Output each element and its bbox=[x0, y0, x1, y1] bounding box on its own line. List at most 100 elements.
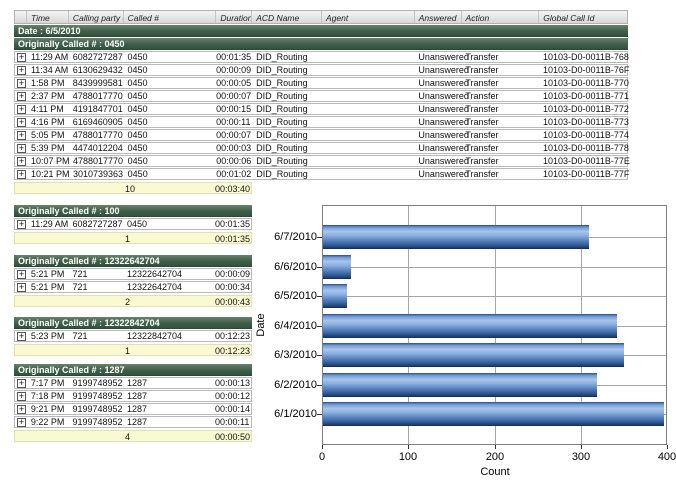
expander-cell: + bbox=[15, 283, 27, 292]
expand-row-button[interactable]: + bbox=[17, 379, 26, 388]
x-tick-mark bbox=[581, 445, 582, 449]
cell-duration: 00:00:07 bbox=[216, 130, 252, 140]
column-header-global-call-id[interactable]: Global Call Id bbox=[539, 11, 627, 23]
cell-answered: Unanswered bbox=[414, 78, 461, 88]
cell-time: 5:21 PM bbox=[27, 282, 69, 292]
expand-row-button[interactable]: + bbox=[17, 144, 26, 153]
expander-cell: + bbox=[15, 79, 27, 88]
x-tick-mark bbox=[495, 445, 496, 449]
cell-global-call-id: 10103-D0-0011B-77F bbox=[539, 169, 627, 179]
cell-time: 4:11 PM bbox=[27, 104, 69, 114]
cell-acd-name: DID_Routing bbox=[252, 91, 322, 101]
cell-called: 0450 bbox=[124, 78, 217, 88]
cell-called: 0450 bbox=[124, 117, 217, 127]
cell-time: 5:05 PM bbox=[27, 130, 69, 140]
cell-acd-name: DID_Routing bbox=[252, 117, 322, 127]
cell-calling-party: 9199748952 bbox=[68, 404, 122, 414]
expand-row-button[interactable]: + bbox=[17, 392, 26, 401]
table-row: +11:34 AM6130629432045000:00:09DID_Routi… bbox=[14, 64, 628, 76]
cell-duration: 00:01:35 bbox=[215, 219, 251, 229]
x-tick-mark bbox=[408, 445, 409, 449]
expand-row-button[interactable]: + bbox=[17, 131, 26, 140]
cell-acd-name: DID_Routing bbox=[252, 104, 322, 114]
expand-row-button[interactable]: + bbox=[17, 66, 26, 75]
chart-bar bbox=[323, 402, 664, 426]
cell-action: Transfer bbox=[461, 78, 539, 88]
cell-action: Transfer bbox=[461, 91, 539, 101]
report-group-table: Originally Called # : 12322842704+5:23 P… bbox=[14, 317, 252, 356]
column-header-action[interactable]: Action bbox=[462, 11, 540, 23]
expander-cell: + bbox=[15, 157, 27, 166]
cell-time: 11:29 AM bbox=[27, 219, 69, 229]
cell-called: 12322842704 bbox=[123, 331, 215, 341]
x-tick-mark bbox=[667, 445, 668, 449]
expand-row-button[interactable]: + bbox=[17, 332, 26, 341]
cell-calling-party: 9199748952 bbox=[68, 417, 122, 427]
column-header-answered[interactable]: Answered bbox=[415, 11, 462, 23]
cell-global-call-id: 10103-D0-0011B-77E bbox=[539, 156, 627, 166]
x-tick-mark bbox=[322, 445, 323, 449]
cell-calling-party: 6130629432 bbox=[69, 65, 124, 75]
column-header-agent[interactable]: Agent bbox=[322, 11, 415, 23]
called-group-band: Originally Called # : 0450 bbox=[14, 38, 628, 50]
cell-time: 7:17 PM bbox=[27, 378, 69, 388]
table-row: +5:39 PM4474012204045000:00:03DID_Routin… bbox=[14, 142, 628, 154]
expand-row-button[interactable]: + bbox=[17, 118, 26, 127]
cell-calling-party: 4474012204 bbox=[69, 143, 124, 153]
expand-row-button[interactable]: + bbox=[17, 92, 26, 101]
cell-answered: Unanswered bbox=[414, 143, 461, 153]
expand-row-button[interactable]: + bbox=[17, 418, 26, 427]
expander-cell: + bbox=[15, 392, 27, 401]
cell-duration: 00:00:07 bbox=[216, 91, 252, 101]
cell-action: Transfer bbox=[461, 143, 539, 153]
x-tick-label: 300 bbox=[561, 451, 601, 463]
chart-bar bbox=[323, 314, 617, 338]
table-row: +5:23 PM7211232284270400:12:23 bbox=[14, 330, 252, 342]
cell-calling-party: 8439999581 bbox=[69, 78, 124, 88]
cell-acd-name: DID_Routing bbox=[252, 78, 322, 88]
cell-answered: Unanswered bbox=[414, 104, 461, 114]
cell-calling-party: 9199748952 bbox=[68, 391, 122, 401]
cell-called: 0450 bbox=[124, 65, 217, 75]
cell-duration: 00:01:02 bbox=[216, 169, 252, 179]
cell-duration: 00:00:15 bbox=[216, 104, 252, 114]
cell-duration: 00:00:11 bbox=[216, 117, 252, 127]
column-header-called[interactable]: Called # bbox=[124, 11, 217, 23]
expand-row-button[interactable]: + bbox=[17, 405, 26, 414]
cell-answered: Unanswered bbox=[414, 52, 461, 62]
called-group-band: Originally Called # : 12322642704 bbox=[14, 255, 252, 267]
expand-row-button[interactable]: + bbox=[17, 220, 26, 229]
cell-time: 9:21 PM bbox=[27, 404, 69, 414]
chart-bar bbox=[323, 225, 589, 249]
cell-duration: 00:00:03 bbox=[216, 143, 252, 153]
column-header-calling-party[interactable]: Calling party # bbox=[69, 11, 124, 23]
date-group-band: Date : 6/5/2010 bbox=[14, 25, 628, 37]
expander-cell: + bbox=[15, 170, 27, 179]
expand-row-button[interactable]: + bbox=[17, 283, 26, 292]
cell-global-call-id: 10103-D0-0011B-76F bbox=[539, 65, 627, 75]
expander-cell: + bbox=[15, 118, 27, 127]
header-corner-cell bbox=[15, 11, 27, 23]
cell-called: 1287 bbox=[123, 391, 215, 401]
column-header-duration[interactable]: Duration bbox=[216, 11, 252, 23]
summary-count: 1 bbox=[125, 234, 130, 244]
cell-action: Transfer bbox=[461, 52, 539, 62]
expand-row-button[interactable]: + bbox=[17, 53, 26, 62]
report-group-table: Originally Called # : 100+11:29 AM608272… bbox=[14, 205, 252, 244]
expand-row-button[interactable]: + bbox=[17, 170, 26, 179]
expand-row-button[interactable]: + bbox=[17, 157, 26, 166]
column-header-time[interactable]: Time bbox=[27, 11, 69, 23]
cell-action: Transfer bbox=[461, 169, 539, 179]
cell-called: 1287 bbox=[123, 404, 215, 414]
expander-cell: + bbox=[15, 270, 27, 279]
y-category-label: 6/1/2010 bbox=[241, 408, 317, 420]
cell-time: 9:22 PM bbox=[27, 417, 69, 427]
column-header-acd-name[interactable]: ACD Name bbox=[252, 11, 322, 23]
expand-row-button[interactable]: + bbox=[17, 105, 26, 114]
expand-row-button[interactable]: + bbox=[17, 79, 26, 88]
x-axis-title: Count bbox=[455, 466, 535, 478]
expand-row-button[interactable]: + bbox=[17, 270, 26, 279]
expander-cell: + bbox=[15, 131, 27, 140]
expander-cell: + bbox=[15, 105, 27, 114]
expander-cell: + bbox=[15, 220, 27, 229]
